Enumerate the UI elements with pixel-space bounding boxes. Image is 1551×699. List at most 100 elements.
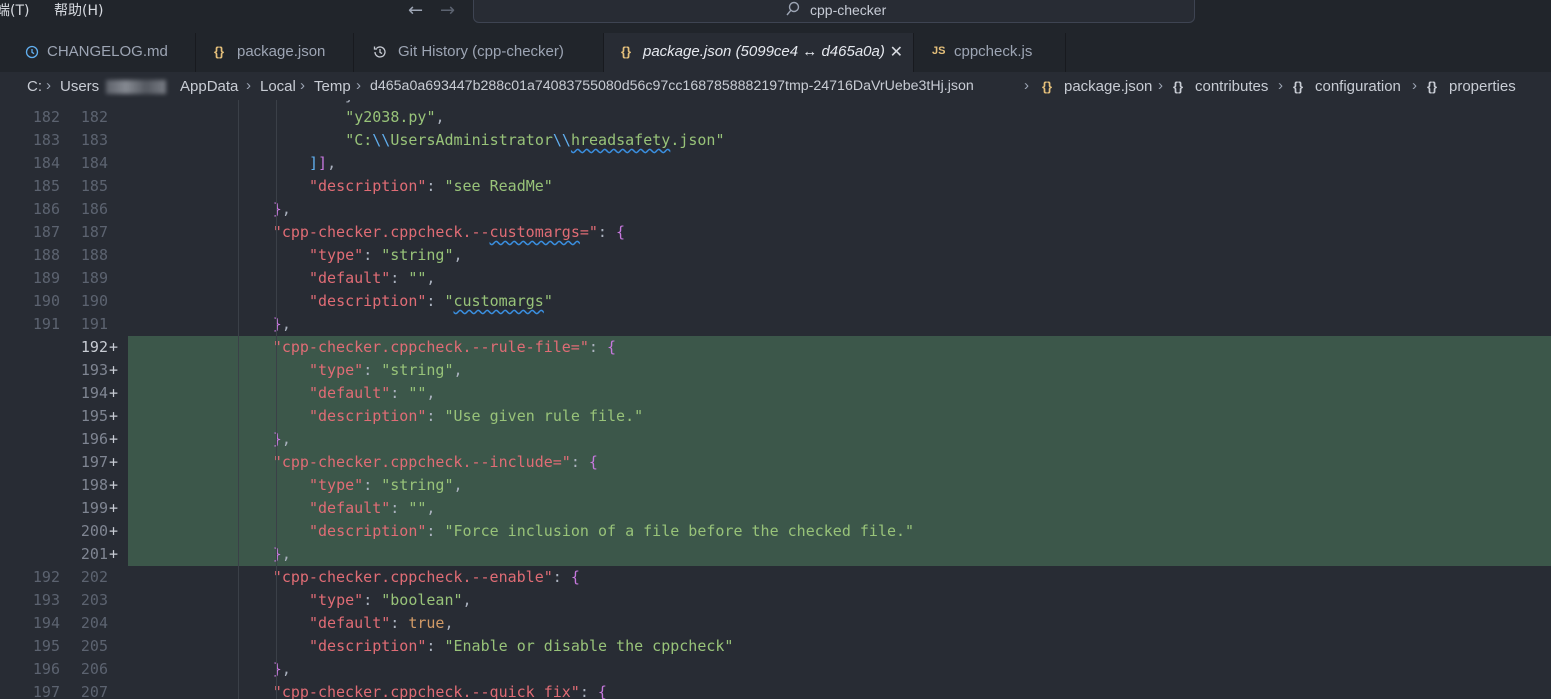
code-token: , — [281, 315, 291, 333]
code-text: "default": "", — [309, 382, 435, 405]
code-text: "default": "", — [309, 497, 435, 520]
original-line-number: 182 — [32, 108, 60, 126]
added-code-line: 193 + "type": "string", — [0, 359, 1551, 382]
diff-editor[interactable]: } 182182"y2038.py",183183"C:\\UsersAdmin… — [0, 100, 1551, 699]
code-token: } — [272, 545, 282, 563]
code-token: "description" — [309, 522, 427, 540]
plus-icon: + — [109, 407, 119, 425]
breadcrumb-users[interactable]: Users — [60, 78, 99, 95]
tab-package-json[interactable]: {} package.json — [196, 33, 354, 72]
code-line: 188 188 "type": "string", — [0, 244, 1551, 267]
code-token: : — [426, 637, 445, 655]
code-token: "default" — [309, 614, 391, 632]
line-background — [128, 313, 1551, 336]
command-center-search[interactable]: cpp-checker — [473, 0, 1195, 23]
original-line-number: 193 — [32, 591, 60, 609]
code-token: "type" — [309, 476, 364, 494]
original-line-number: 184 — [32, 154, 60, 172]
code-token: "type" — [309, 361, 364, 379]
code-token: " — [444, 292, 454, 310]
code-token: : — [552, 568, 571, 586]
breadcrumb-folder[interactable]: d465a0a693447b288c01a74083755080d56c97cc… — [370, 78, 974, 94]
menu-help[interactable]: 帮助(H) — [52, 0, 105, 22]
line-background — [128, 106, 1551, 129]
code-token: "" — [408, 499, 427, 517]
plus-icon: + — [109, 545, 119, 563]
plus-icon: + — [109, 361, 119, 379]
code-line: 192 202 "cpp-checker.cppcheck.--enable": { — [0, 566, 1551, 589]
line-background — [128, 543, 1551, 566]
back-arrow-icon[interactable]: ← — [408, 0, 423, 22]
code-token: "description" — [309, 177, 427, 195]
code-token: customargs — [489, 223, 580, 241]
code-token: , — [435, 108, 445, 126]
breadcrumb-temp[interactable]: Temp — [314, 78, 351, 95]
line-background — [128, 152, 1551, 175]
breadcrumb-contributes[interactable]: contributes — [1195, 78, 1268, 95]
tab-package-json-diff[interactable]: {} package.json (5099ce4 ↔ d465a0a) ✕ — [604, 33, 914, 72]
object-icon: {} — [1173, 79, 1184, 94]
menu-terminal[interactable]: 端(T) — [0, 0, 31, 22]
close-icon[interactable]: ✕ — [890, 42, 903, 62]
code-token: : — [390, 384, 409, 402]
code-text: "cpp-checker.cppcheck.--customargs=": { — [273, 221, 625, 244]
code-line: 187 187 "cpp-checker.cppcheck.--customargs… — [0, 221, 1551, 244]
code-token: : — [426, 522, 445, 540]
modified-line-number: 198 — [80, 476, 108, 494]
code-token: : — [588, 338, 607, 356]
original-line-number: 190 — [32, 292, 60, 310]
chevron-right-icon: › — [356, 77, 361, 94]
modified-line-number: 195 — [80, 407, 108, 425]
modified-line-number: 200 — [80, 522, 108, 540]
code-token: , — [281, 660, 291, 678]
code-text: "type": "string", — [309, 244, 463, 267]
code-line: 193 203 "type": "boolean", — [0, 589, 1551, 612]
added-code-line: 198 + "type": "string", — [0, 474, 1551, 497]
modified-line-number: 205 — [80, 637, 108, 655]
breadcrumb-appdata[interactable]: AppData — [180, 78, 238, 95]
code-token: : — [363, 361, 382, 379]
object-icon: {} — [1427, 79, 1438, 94]
json-braces-icon: {} — [214, 44, 225, 59]
plus-icon: + — [109, 522, 119, 540]
modified-line-number: 194 — [80, 384, 108, 402]
breadcrumb-local[interactable]: Local — [260, 78, 296, 95]
original-line-number: 187 — [32, 223, 60, 241]
modified-line-number: 192 — [80, 338, 108, 356]
breadcrumb-file[interactable]: package.json — [1064, 78, 1152, 95]
modified-line-number: 187 — [80, 223, 108, 241]
breadcrumb-properties[interactable]: properties — [1449, 78, 1516, 95]
code-token: , — [327, 154, 337, 172]
plus-icon: + — [109, 453, 119, 471]
code-token: customargs — [453, 292, 544, 310]
code-token: "description" — [309, 637, 427, 655]
tab-bar: CHANGELOG.md {} package.json Git History… — [0, 33, 1551, 72]
command-center-text: cpp-checker — [810, 2, 887, 18]
code-text: "C:\\UsersAdministrator\\hreadsafety.jso… — [345, 129, 724, 152]
code-token: "Enable or disable the cppcheck" — [444, 637, 734, 655]
original-line-number: 195 — [32, 637, 60, 655]
modified-line-number: 206 — [80, 660, 108, 678]
forward-arrow-icon[interactable]: → — [440, 0, 455, 22]
code-token: : — [390, 269, 409, 287]
chevron-right-icon: › — [46, 77, 51, 94]
code-line: 189 189 "default": "", — [0, 267, 1551, 290]
code-token: "Force inclusion of a file before the ch… — [444, 522, 915, 540]
code-token: "cpp-checker.cppcheck.--quick_fix" — [272, 683, 580, 699]
title-bar: 端(T) 帮助(H) ← → cpp-checker — [0, 0, 1551, 33]
code-token: { — [588, 453, 598, 471]
code-token: "string" — [381, 361, 454, 379]
modified-line-number: 201 — [80, 545, 108, 563]
plus-icon: + — [109, 476, 119, 494]
code-text: "description": "Enable or disable the cp… — [309, 635, 733, 658]
tab-git-history[interactable]: Git History (cpp-checker) — [354, 33, 604, 72]
tab-changelog[interactable]: CHANGELOG.md — [9, 33, 196, 72]
code-token: { — [597, 683, 607, 699]
tab-cppcheck-js[interactable]: JS cppcheck.js — [914, 33, 1066, 72]
breadcrumb-configuration[interactable]: configuration — [1315, 78, 1401, 95]
code-token: : — [363, 246, 382, 264]
breadcrumb-drive[interactable]: C: — [27, 78, 42, 95]
code-token: "cpp-checker.cppcheck.-- — [272, 223, 490, 241]
code-text: "y2038.py", — [345, 106, 444, 129]
code-token: : — [363, 591, 382, 609]
